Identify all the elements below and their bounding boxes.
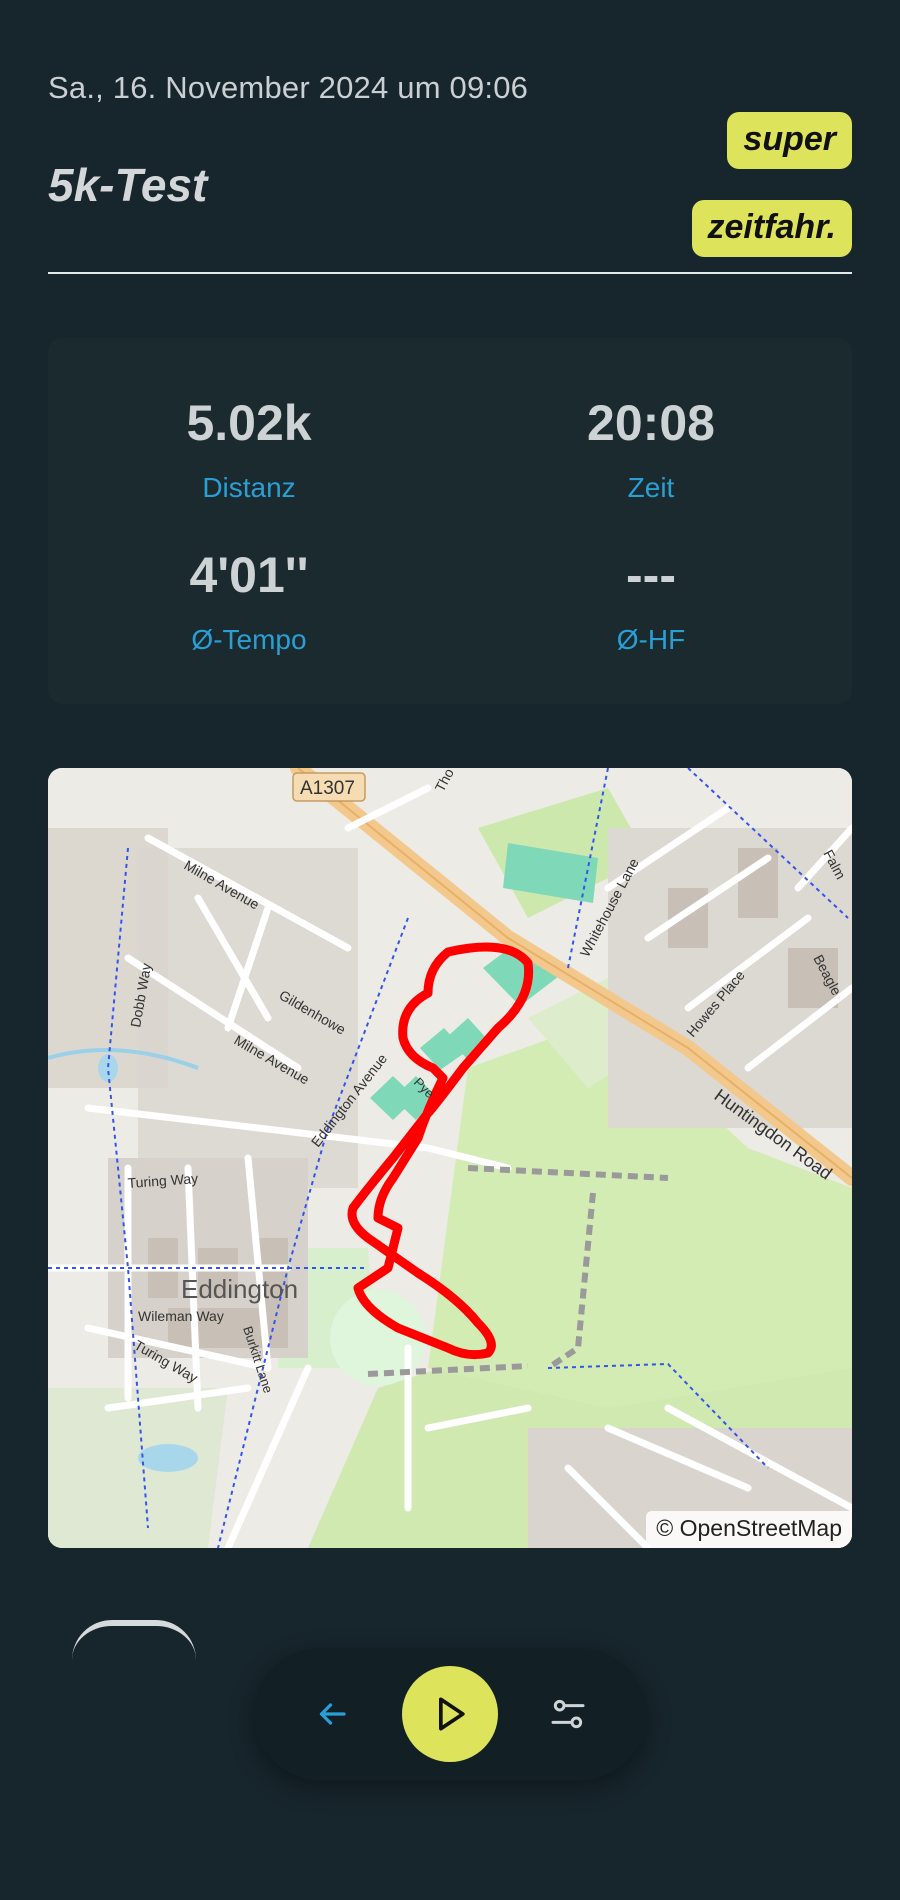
arrow-left-icon xyxy=(319,1703,346,1725)
activity-date: Sa., 16. November 2024 um 09:06 xyxy=(48,70,529,105)
building-block xyxy=(738,848,778,918)
field xyxy=(48,1388,228,1548)
route-map[interactable]: A1307 Eddington Huntingdon Road Whitehou… xyxy=(48,768,852,1548)
stat-label: Ø-Tempo xyxy=(191,624,307,655)
stat-value: 5.02k xyxy=(186,395,312,451)
pond xyxy=(138,1444,198,1472)
stat-label: Distanz xyxy=(202,472,296,503)
tag-badge-zeitfahr[interactable]: zeitfahr. xyxy=(691,200,852,257)
sliders-icon xyxy=(551,1699,585,1729)
stat-value: 4'01'' xyxy=(189,547,309,603)
stat-pace: 4'01'' Ø-Tempo xyxy=(48,546,450,656)
stat-time: 20:08 Zeit xyxy=(450,394,852,504)
stat-label: Zeit xyxy=(627,472,675,503)
settings-button[interactable] xyxy=(540,1686,596,1742)
tag-badge-super[interactable]: super xyxy=(727,112,852,169)
map-attribution[interactable]: © OpenStreetMap xyxy=(646,1511,852,1548)
toggle-stub[interactable] xyxy=(72,1620,196,1660)
stat-heart-rate: --- Ø-HF xyxy=(450,546,852,656)
map-canvas[interactable]: A1307 Eddington Huntingdon Road Whitehou… xyxy=(48,768,852,1548)
road-number-label: A1307 xyxy=(300,778,355,799)
stat-distance: 5.02k Distanz xyxy=(48,394,450,504)
stats-card: 5.02k Distanz 20:08 Zeit 4'01'' Ø-Tempo … xyxy=(48,338,852,704)
header-divider xyxy=(48,272,852,274)
place-label-eddington: Eddington xyxy=(181,1274,298,1304)
stat-value: --- xyxy=(626,547,676,603)
stat-label: Ø-HF xyxy=(616,624,686,655)
activity-title: 5k-Test xyxy=(48,159,208,211)
bottom-nav-bar xyxy=(254,1648,646,1780)
play-button[interactable] xyxy=(402,1666,498,1762)
street-label: Wileman Way xyxy=(138,1308,224,1324)
stat-value: 20:08 xyxy=(587,395,715,451)
play-icon xyxy=(439,1697,465,1731)
back-button[interactable] xyxy=(304,1686,360,1742)
